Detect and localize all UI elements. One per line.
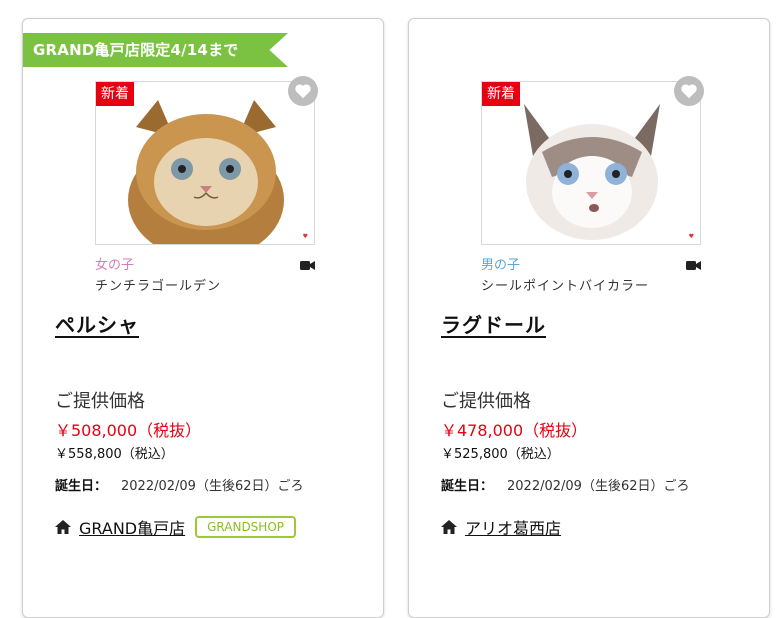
ragdoll-kitten-image bbox=[482, 82, 700, 244]
price-label: ご提供価格 bbox=[441, 391, 531, 412]
kitten-photo[interactable]: 新着 ♥ bbox=[481, 81, 701, 245]
pet-card-persian[interactable]: GRAND亀戸店限定4/14まで 新着 ♥ 女の子 チンチラゴールデン ペルシャ… bbox=[22, 18, 384, 618]
price-label: ご提供価格 bbox=[55, 391, 145, 412]
limited-ribbon: GRAND亀戸店限定4/14まで bbox=[23, 33, 288, 67]
pet-card-ragdoll[interactable]: 新着 ♥ 男の子 シールポイントバイカラー ラグドール ご提供価格 ￥478,0… bbox=[408, 18, 770, 618]
coat-color: シールポイントバイカラー bbox=[481, 279, 650, 294]
shop-row: GRAND亀戸店 GRANDSHOP bbox=[55, 515, 297, 539]
favorite-heart-icon[interactable] bbox=[288, 76, 318, 106]
birthday-label: 誕生日： bbox=[55, 479, 108, 494]
kitten-photo[interactable]: 新着 ♥ bbox=[95, 81, 315, 245]
coat-color: チンチラゴールデン bbox=[95, 279, 222, 294]
birthday-row: 誕生日： 2022/02/09（生後62日）ごろ bbox=[441, 475, 690, 494]
home-icon bbox=[441, 520, 457, 534]
birthday-value: 2022/02/09（生後62日）ごろ bbox=[507, 479, 690, 494]
favorite-heart-icon[interactable] bbox=[674, 76, 704, 106]
price-ex-tax: ￥478,000（税抜） bbox=[441, 421, 588, 440]
new-badge: 新着 bbox=[96, 82, 134, 106]
price-in-tax: ￥525,800（税込） bbox=[441, 447, 560, 462]
birthday-value: 2022/02/09（生後62日）ごろ bbox=[121, 479, 304, 494]
shop-row: アリオ葛西店 bbox=[441, 515, 561, 539]
shop-type-tag: GRANDSHOP bbox=[195, 516, 297, 538]
shop-link[interactable]: アリオ葛西店 bbox=[465, 515, 561, 539]
price-in-tax: ￥558,800（税込） bbox=[55, 447, 174, 462]
gender-label: 男の子 bbox=[481, 258, 521, 273]
shop-link[interactable]: GRAND亀戸店 bbox=[79, 515, 185, 539]
watermark-logo: ♥ bbox=[688, 233, 694, 240]
birthday-label: 誕生日： bbox=[441, 479, 494, 494]
breed-link[interactable]: ペルシャ bbox=[55, 309, 139, 338]
video-camera-icon[interactable] bbox=[686, 256, 701, 275]
watermark-logo: ♥ bbox=[302, 233, 308, 240]
breed-link[interactable]: ラグドール bbox=[441, 309, 546, 338]
price-ex-tax: ￥508,000（税抜） bbox=[55, 421, 202, 440]
gender-label: 女の子 bbox=[95, 258, 135, 273]
birthday-row: 誕生日： 2022/02/09（生後62日）ごろ bbox=[55, 475, 304, 494]
home-icon bbox=[55, 520, 71, 534]
new-badge: 新着 bbox=[482, 82, 520, 106]
video-camera-icon[interactable] bbox=[300, 256, 315, 275]
persian-kitten-image bbox=[96, 82, 314, 244]
